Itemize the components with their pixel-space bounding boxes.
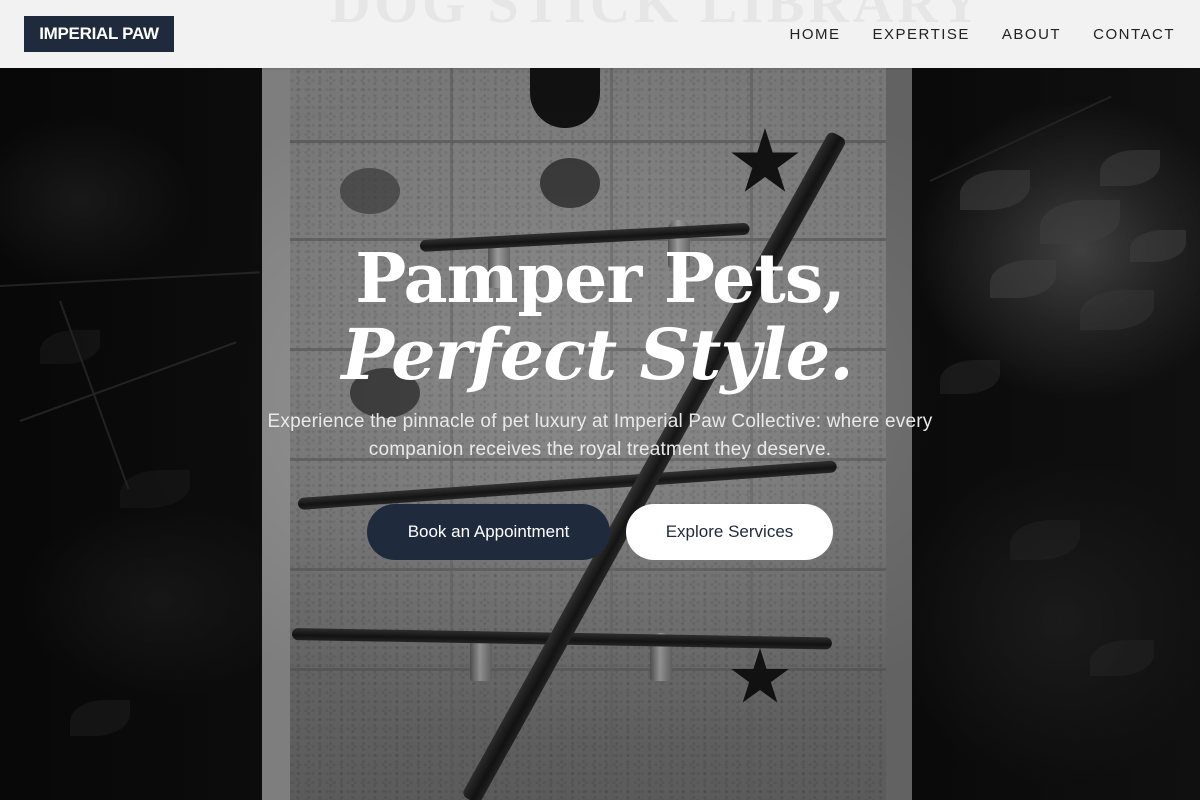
hero-title: Pamper Pets, Perfect Style. xyxy=(0,236,1200,396)
hero-title-line1: Pamper Pets, xyxy=(355,239,846,319)
hero-section: Pamper Pets, Perfect Style. Experience t… xyxy=(0,0,1200,800)
explore-services-button[interactable]: Explore Services xyxy=(626,504,833,560)
book-appointment-button[interactable]: Book an Appointment xyxy=(367,504,610,560)
hero-title-line2: Perfect Style. xyxy=(341,313,853,396)
hero-subtitle: Experience the pinnacle of pet luxury at… xyxy=(267,411,933,460)
